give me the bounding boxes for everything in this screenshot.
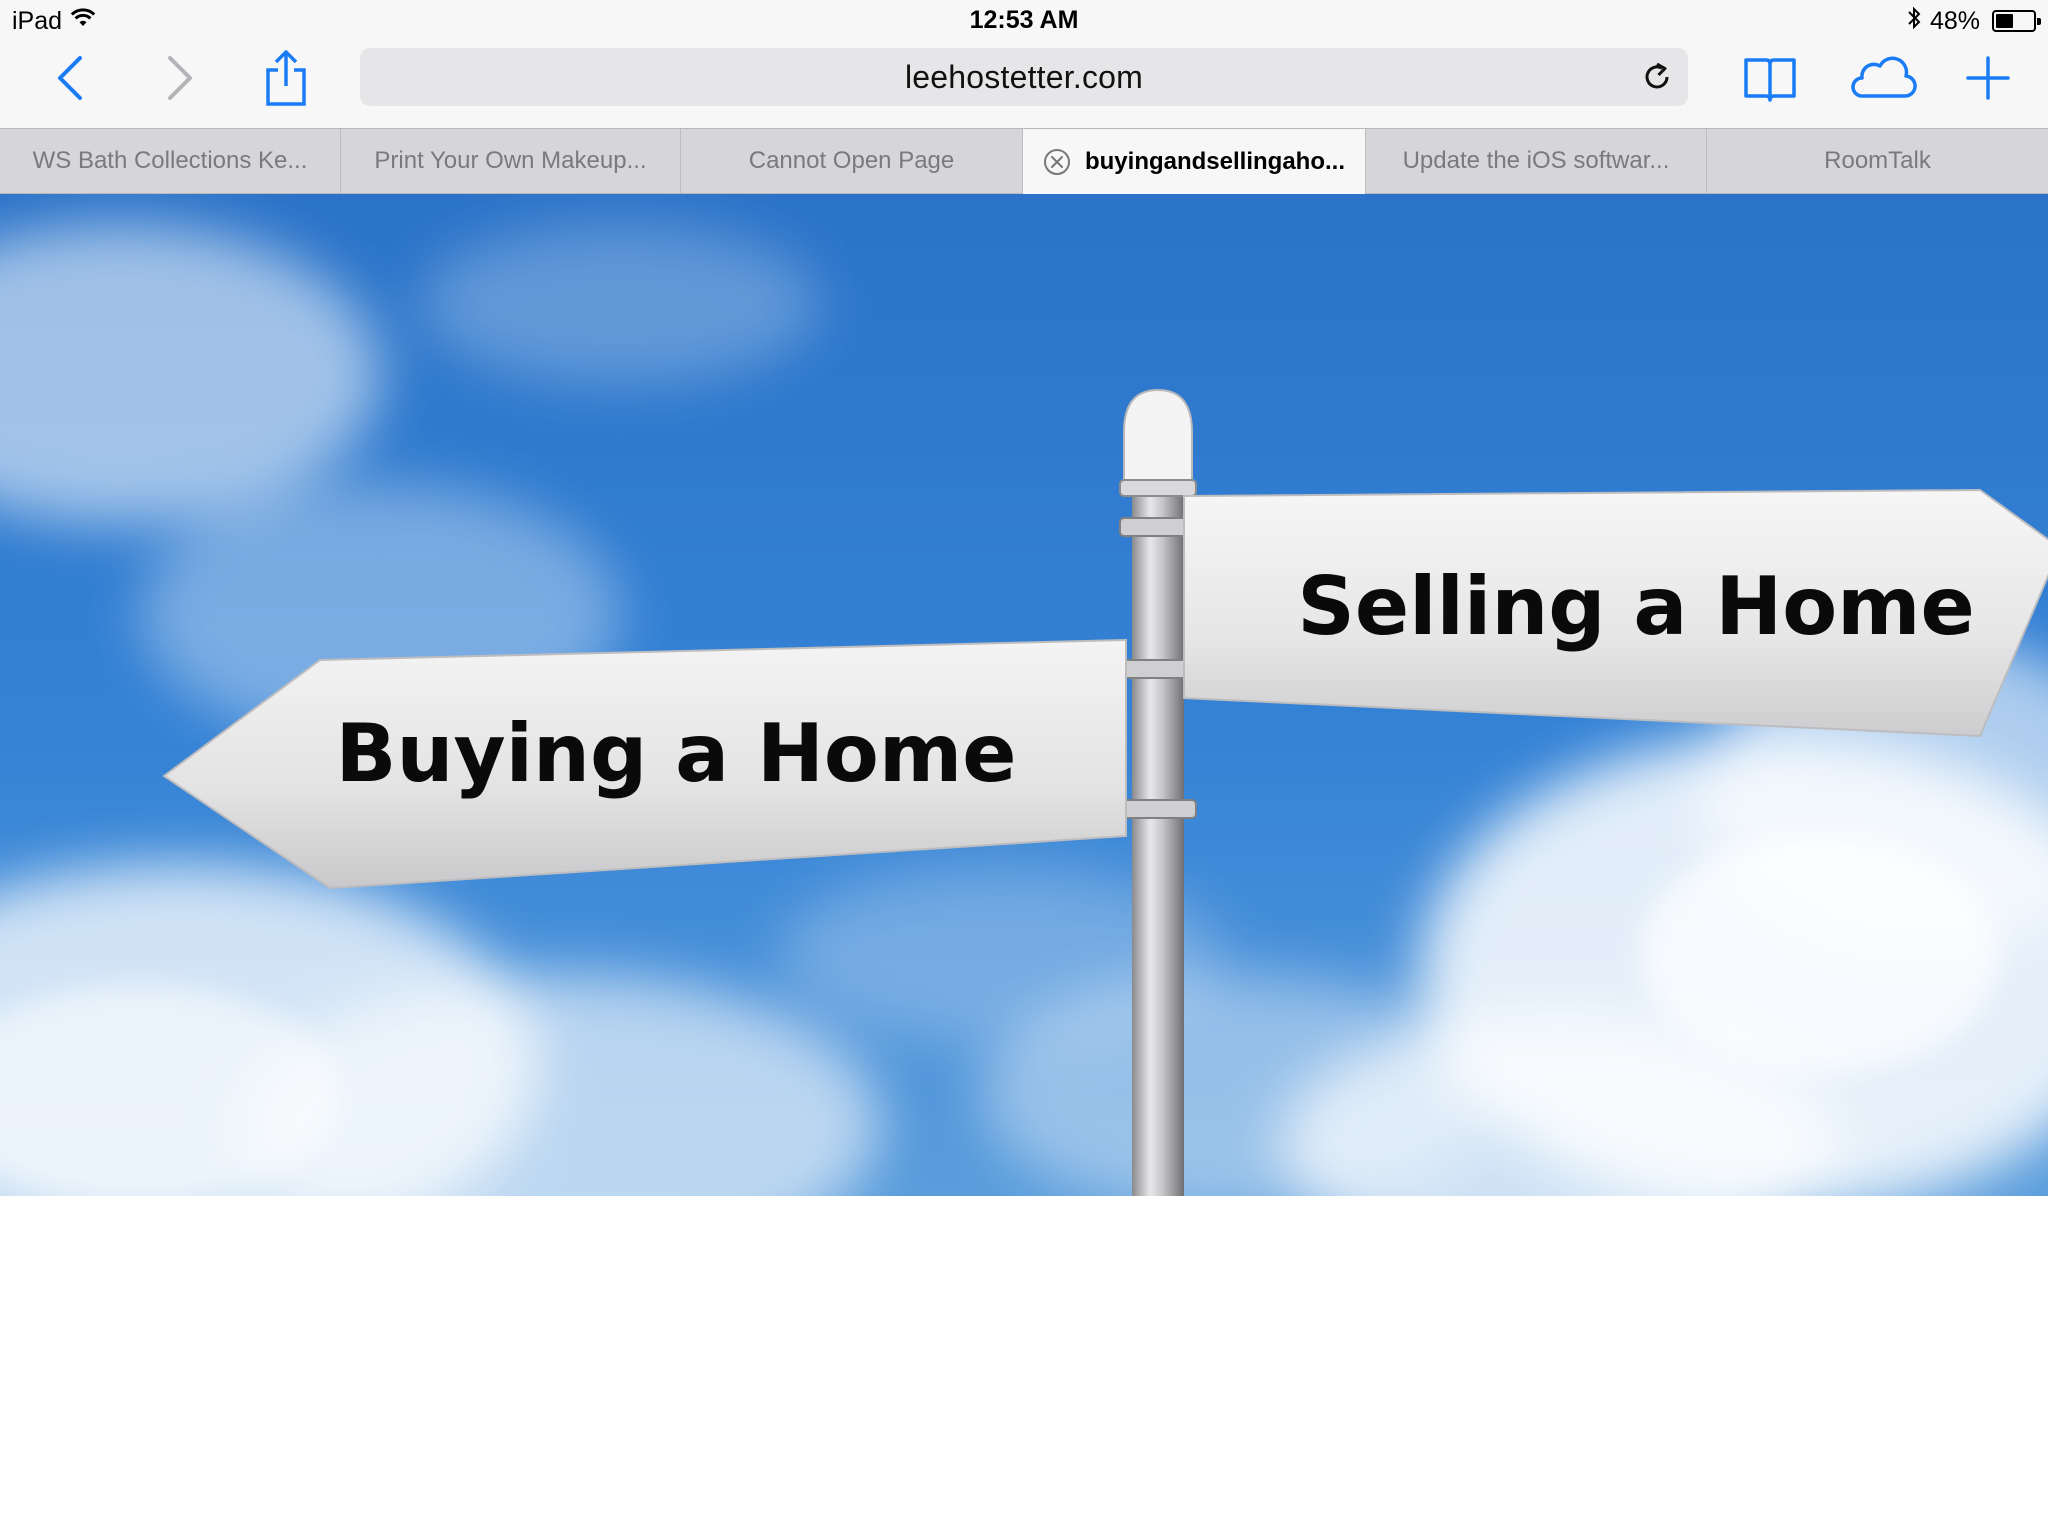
tab-cannot-open-page[interactable]: Cannot Open Page <box>681 129 1023 193</box>
sign-right-label: Selling a Home <box>1297 560 1975 653</box>
signpost-illustration: Selling a Home Buying a Home <box>0 194 2048 1196</box>
tab-title: Update the iOS softwar... <box>1402 147 1670 174</box>
address-text: leehostetter.com <box>905 58 1143 95</box>
tab-title: WS Bath Collections Ke... <box>32 147 308 174</box>
tab-title: Cannot Open Page <box>748 147 955 174</box>
share-icon <box>266 50 306 106</box>
forward-button[interactable] <box>150 42 210 114</box>
sign-left-label: Buying a Home <box>336 707 1017 800</box>
web-content: Selling a Home Buying a Home <box>0 194 2048 1536</box>
hero-image: Selling a Home Buying a Home <box>0 194 2048 1196</box>
battery-percent: 48% <box>1929 6 1980 35</box>
status-right: 48% <box>1906 5 2041 38</box>
battery-tip <box>2037 18 2041 25</box>
reload-button[interactable] <box>1640 60 1674 94</box>
tab-ws-bath-collections[interactable]: WS Bath Collections Ke... <box>0 129 341 193</box>
status-bar: iPad 12:53 AM 48% <box>0 0 2048 42</box>
back-button[interactable] <box>40 42 100 114</box>
chevron-right-icon <box>168 56 192 100</box>
plus-icon <box>1966 56 2010 100</box>
status-time: 12:53 AM <box>969 6 1079 34</box>
bookmarks-button[interactable] <box>1738 42 1802 114</box>
tab-title: buyingandsellingaho... <box>1084 147 1345 175</box>
tab-title: RoomTalk <box>1824 147 1931 174</box>
tab-roomtalk[interactable]: RoomTalk <box>1707 129 2048 193</box>
share-button[interactable] <box>252 42 320 114</box>
tab-strip: WS Bath Collections Ke... Print Your Own… <box>0 128 2048 195</box>
reload-icon <box>1645 62 1669 89</box>
new-tab-button[interactable] <box>1958 42 2018 114</box>
address-bar[interactable]: leehostetter.com <box>360 48 1688 106</box>
chevron-left-icon <box>58 56 82 100</box>
close-tab-icon[interactable] <box>1043 148 1071 176</box>
battery-level <box>1996 14 2014 28</box>
icloud-tabs-button[interactable] <box>1842 42 1922 114</box>
bluetooth-icon <box>1906 5 1922 38</box>
battery-icon <box>1992 10 2041 32</box>
book-icon <box>1744 58 1796 102</box>
cloud-icon <box>1851 56 1917 98</box>
tab-buying-and-selling[interactable]: buyingandsellingaho... <box>1023 129 1366 195</box>
tab-update-ios-software[interactable]: Update the iOS softwar... <box>1366 129 1707 193</box>
tab-print-your-own-makeup[interactable]: Print Your Own Makeup... <box>341 129 681 193</box>
selling-sign: Selling a Home <box>1183 488 2048 738</box>
tab-title: Print Your Own Makeup... <box>374 147 647 174</box>
browser-toolbar: leehostetter.com <box>0 42 2048 128</box>
